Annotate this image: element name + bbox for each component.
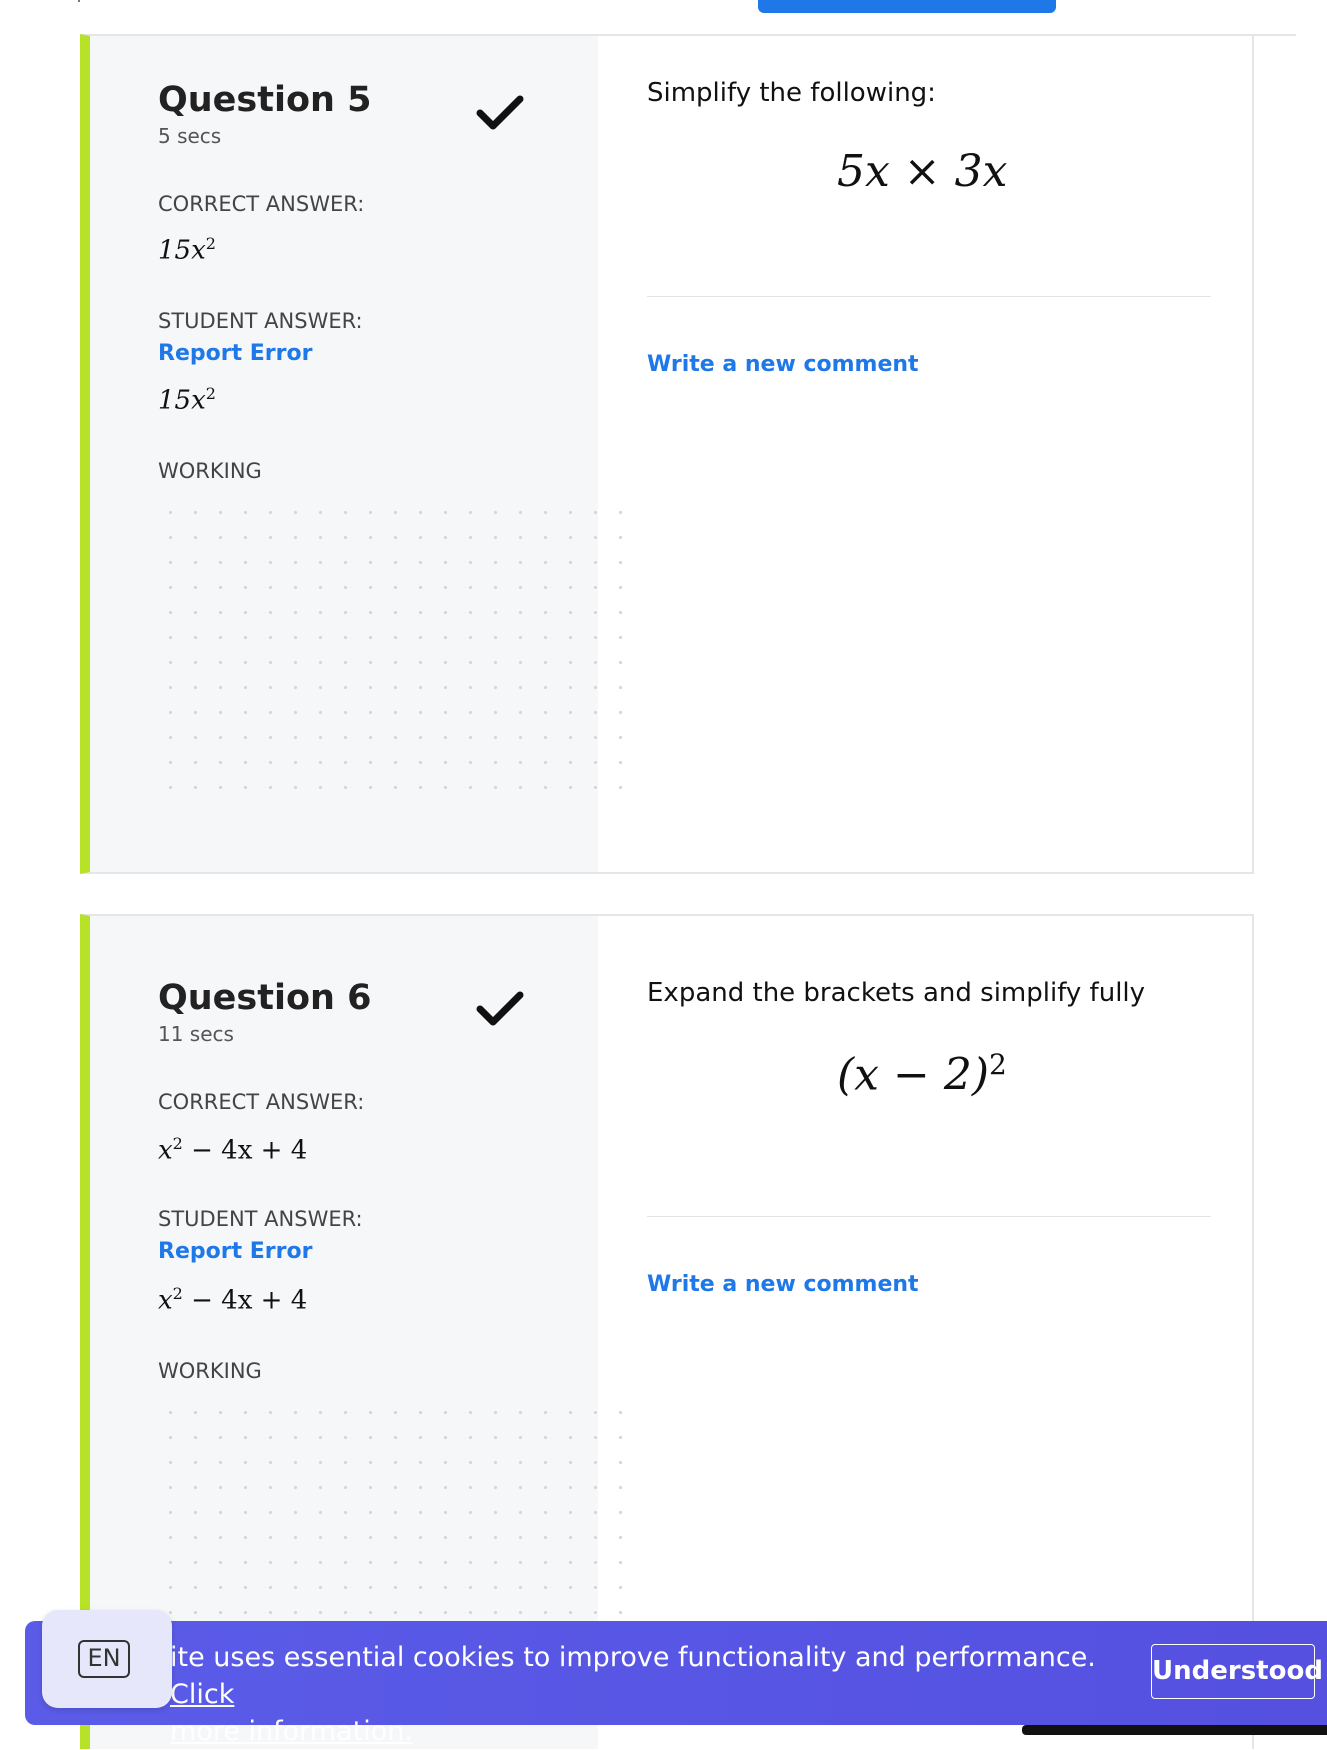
- cookie-message: ite uses essential cookies to improve fu…: [170, 1642, 1096, 1673]
- correct-answer-pre: x: [158, 1135, 173, 1166]
- question-prompt: Simplify the following:: [647, 78, 936, 108]
- cookie-text: ite uses essential cookies to improve fu…: [170, 1639, 1145, 1750]
- working-label: WORKING: [158, 1359, 262, 1383]
- top-action-button[interactable]: [758, 0, 1056, 13]
- correct-answer-label: CORRECT ANSWER:: [158, 192, 365, 216]
- student-answer-sup: 2: [205, 384, 216, 403]
- correct-answer-sup: 2: [172, 1134, 183, 1153]
- question-time: 11 secs: [158, 1022, 234, 1046]
- write-comment-link[interactable]: Write a new comment: [647, 352, 919, 377]
- working-label: WORKING: [158, 459, 262, 483]
- language-code: EN: [78, 1640, 130, 1678]
- question-title: Question 6: [158, 978, 372, 1018]
- question-expression: (x − 2)2: [837, 1048, 1007, 1101]
- student-answer-label: STUDENT ANSWER:: [158, 309, 363, 333]
- expression-sup: 2: [988, 1048, 1007, 1081]
- card-accent-edge: [80, 1725, 90, 1749]
- correct-answer-base: 15x: [158, 235, 206, 266]
- question-prompt: Expand the brackets and simplify fully: [647, 978, 1146, 1008]
- expression-text: 5x × 3x: [837, 146, 1008, 197]
- cookie-click-link[interactable]: Click: [170, 1679, 234, 1710]
- question-card-5: Question 5 5 secs CORRECT ANSWER: 15x2 S…: [80, 34, 1254, 874]
- comment-divider: [647, 296, 1211, 297]
- expression-text: (x − 2): [837, 1049, 989, 1101]
- correct-answer-label: CORRECT ANSWER:: [158, 1090, 365, 1114]
- understood-button[interactable]: Understood: [1151, 1644, 1323, 1699]
- check-icon: [476, 95, 524, 130]
- correct-answer-post: − 4x + 4: [182, 1135, 308, 1166]
- cookie-more-info-link[interactable]: more information.: [170, 1716, 413, 1747]
- student-answer-pre: x: [158, 1285, 173, 1316]
- top-card-edge: [80, 0, 1296, 36]
- student-answer-base: 15x: [158, 385, 206, 416]
- question-expression: 5x × 3x: [837, 146, 1007, 197]
- working-canvas[interactable]: [158, 500, 643, 808]
- correct-answer-sup: 2: [205, 234, 216, 253]
- question-title: Question 5: [158, 80, 372, 120]
- student-answer-value: 15x2: [158, 384, 216, 416]
- student-answer-label: STUDENT ANSWER:: [158, 1207, 363, 1231]
- comment-divider: [647, 1216, 1211, 1217]
- question-time: 5 secs: [158, 124, 222, 148]
- correct-answer-value: x2 − 4x + 4: [158, 1134, 307, 1166]
- student-answer-value: x2 − 4x + 4: [158, 1284, 307, 1316]
- cookie-banner: ite uses essential cookies to improve fu…: [25, 1621, 1327, 1747]
- write-comment-link[interactable]: Write a new comment: [647, 1272, 919, 1297]
- home-indicator: [1022, 1725, 1327, 1735]
- check-icon: [476, 991, 524, 1026]
- student-answer-post: − 4x + 4: [182, 1285, 308, 1316]
- correct-answer-value: 15x2: [158, 234, 216, 266]
- language-selector-button[interactable]: EN: [42, 1610, 172, 1708]
- student-answer-sup: 2: [172, 1284, 183, 1303]
- report-error-link[interactable]: Report Error: [158, 1239, 312, 1264]
- report-error-link[interactable]: Report Error: [158, 341, 312, 366]
